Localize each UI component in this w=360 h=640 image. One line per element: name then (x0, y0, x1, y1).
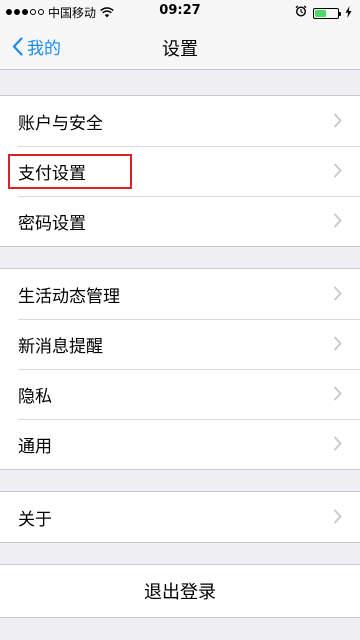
settings-item-privacy[interactable]: 隐私 (0, 369, 360, 419)
settings-item-label: 新消息提醒 (18, 336, 103, 357)
chevron-right-icon (333, 286, 342, 305)
settings-item-moments-management[interactable]: 生活动态管理 (0, 269, 360, 319)
battery-fill (315, 9, 326, 17)
logout-button[interactable]: 退出登录 (0, 564, 360, 618)
settings-item-payment-settings[interactable]: 支付设置 (0, 146, 360, 196)
chevron-right-icon (333, 163, 342, 182)
settings-item-notifications[interactable]: 新消息提醒 (0, 319, 360, 369)
status-right (295, 5, 352, 21)
settings-group-general: 生活动态管理 新消息提醒 隐私 通用 (0, 268, 360, 470)
battery-icon (313, 7, 341, 19)
chevron-right-icon (333, 336, 342, 355)
settings-group-about: 关于 (0, 491, 360, 543)
chevron-right-icon (333, 436, 342, 455)
page-title: 设置 (162, 39, 198, 60)
alarm-icon (295, 5, 307, 21)
settings-item-label: 生活动态管理 (18, 286, 120, 307)
settings-item-about[interactable]: 关于 (0, 492, 360, 542)
settings-item-label: 密码设置 (18, 213, 86, 234)
settings-group-account: 账户与安全 支付设置 密码设置 (0, 95, 360, 247)
charging-bolt-icon (345, 5, 352, 21)
settings-item-label: 支付设置 (18, 163, 86, 184)
status-bar: 中国移动 09:27 (0, 0, 360, 24)
settings-item-account-security[interactable]: 账户与安全 (0, 96, 360, 146)
chevron-right-icon (333, 113, 342, 132)
settings-item-label: 隐私 (18, 386, 52, 407)
settings-item-label: 通用 (18, 436, 52, 457)
navigation-bar: 我的 设置 (0, 24, 360, 70)
chevron-right-icon (333, 386, 342, 405)
settings-item-general[interactable]: 通用 (0, 419, 360, 469)
settings-item-password-settings[interactable]: 密码设置 (0, 196, 360, 246)
settings-item-label: 账户与安全 (18, 113, 103, 134)
chevron-right-icon (333, 213, 342, 232)
settings-screen: 中国移动 09:27 我的 设置 账户与安全 支付设置 密码设置 生活动态管理 … (0, 0, 360, 640)
logout-label: 退出登录 (144, 582, 216, 603)
chevron-right-icon (333, 509, 342, 528)
settings-item-label: 关于 (18, 509, 52, 530)
